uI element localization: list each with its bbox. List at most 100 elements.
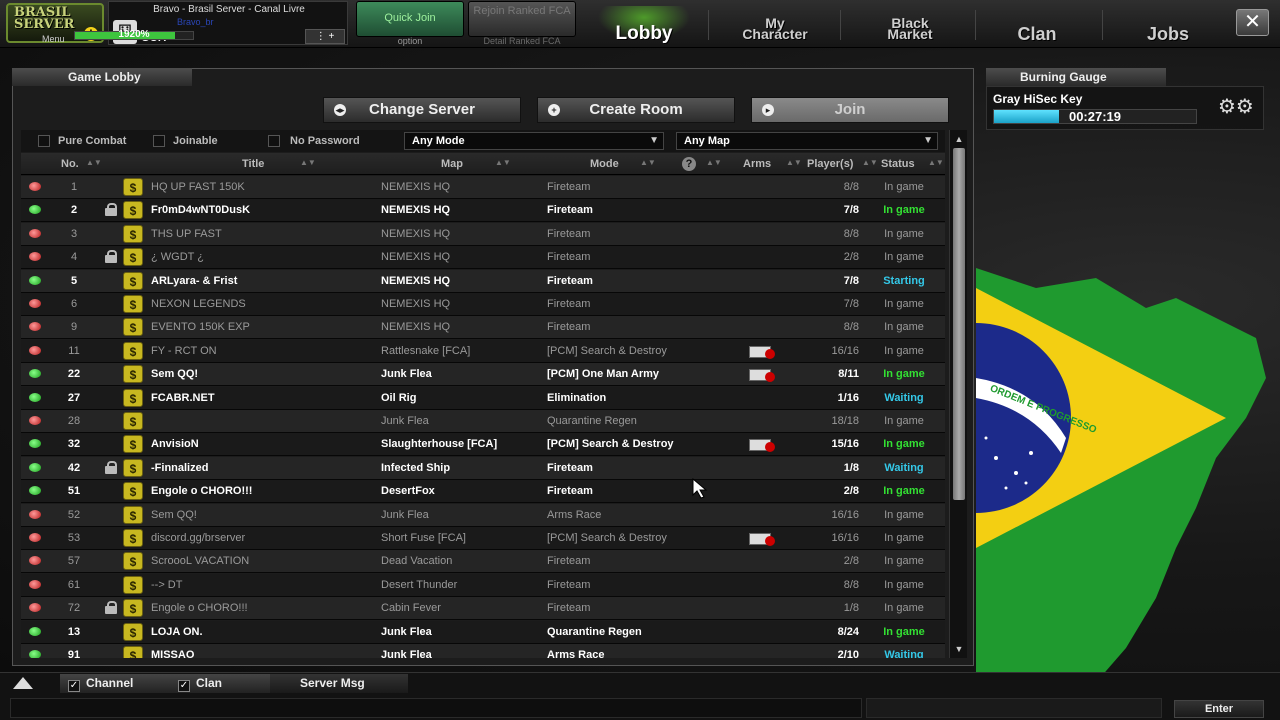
expand-chat-icon[interactable] <box>13 677 33 689</box>
nav-lobby[interactable]: Lobby <box>590 6 698 44</box>
room-mode: Quarantine Regen <box>547 415 637 427</box>
top-bar: BRASILSERVER Menu ! Bravo - Brasil Serve… <box>0 0 1280 48</box>
chat-target-field[interactable] <box>866 698 1162 718</box>
table-row[interactable]: 5 $ ARLyara- & Frist NEMEXIS HQ Fireteam 7/8 S… <box>21 269 945 293</box>
close-icon[interactable]: ✕ <box>1236 9 1269 36</box>
dollar-room-icon: $ <box>123 529 143 547</box>
sort-icon[interactable]: ▲▼ <box>86 158 102 167</box>
table-row[interactable]: 32 $ AnvisioN Slaughterhouse [FCA] [PCM] Sea… <box>21 433 945 457</box>
lock-icon <box>105 601 117 615</box>
table-row[interactable]: 13 $ LOJA ON. Junk Flea Quarantine Regen 8/24… <box>21 620 945 644</box>
table-row[interactable]: 11 $ FY - RCT ON Rattlesnake [FCA] [PCM] Sea… <box>21 339 945 363</box>
table-row[interactable]: 53 $ discord.gg/brserver Short Fuse [FCA] [P… <box>21 527 945 550</box>
no-password-checkbox[interactable] <box>268 135 280 147</box>
col-status[interactable]: Status <box>881 158 915 170</box>
scroll-down-icon[interactable]: ▼ <box>952 642 966 656</box>
table-row[interactable]: 72 $ Engole o CHORO!!! Cabin Fever Fireteam 1… <box>21 597 945 621</box>
room-number: 13 <box>67 625 81 638</box>
room-status-light <box>29 626 41 636</box>
rejoin-ranked-button[interactable]: Rejoin Ranked FCA <box>468 1 576 37</box>
room-list-scrollbar[interactable]: ▲ ▼ <box>949 130 967 658</box>
create-room-button[interactable]: + Create Room <box>537 97 735 123</box>
sort-icon[interactable]: ▲▼ <box>786 158 802 167</box>
rejoin-ranked-detail[interactable]: Detail Ranked FCA <box>468 36 576 46</box>
room-title: AnvisioN <box>151 438 199 451</box>
room-status-light <box>29 650 41 658</box>
table-row[interactable]: 91 $ MISSAO Junk Flea Arms Race 2/10 Waiting <box>21 644 945 658</box>
room-number: 57 <box>67 555 81 568</box>
sort-icon[interactable]: ▲▼ <box>640 158 656 167</box>
room-title: discord.gg/brserver <box>151 532 246 544</box>
room-mode: [PCM] Search & Destroy <box>547 532 667 544</box>
sort-icon[interactable]: ▲▼ <box>862 158 878 167</box>
table-row[interactable]: 22 $ Sem QQ! Junk Flea [PCM] One Man Army 8/1… <box>21 363 945 387</box>
table-row[interactable]: 2 $ Fr0mD4wNT0DusK NEMEXIS HQ Fireteam 7/8 In … <box>21 199 945 223</box>
gear-icon[interactable]: ⚙⚙ <box>1218 94 1254 118</box>
room-map: Cabin Fever <box>381 602 441 615</box>
room-number: 4 <box>70 251 78 264</box>
joinable-checkbox[interactable] <box>153 135 165 147</box>
table-row[interactable]: 6 $ NEXON LEGENDS NEMEXIS HQ Fireteam 7/8 In g… <box>21 293 945 316</box>
sort-icon[interactable]: ▲▼ <box>928 158 944 167</box>
joinable-label: Joinable <box>173 135 218 147</box>
quick-join-option[interactable]: option <box>356 36 464 46</box>
pure-combat-checkbox[interactable] <box>38 135 50 147</box>
table-row[interactable]: 57 $ ScroooL VACATION Dead Vacation Fireteam… <box>21 550 945 574</box>
room-title: ScroooL VACATION <box>151 555 250 568</box>
logo-text: BRASIL SERVER <box>14 6 74 31</box>
chat-tab-server-msg[interactable]: Server Msg <box>270 674 408 693</box>
chevron-down-icon: ▼ <box>649 135 659 146</box>
nav-jobs[interactable]: Jobs <box>1112 6 1224 44</box>
table-row[interactable]: 51 $ Engole o CHORO!!! DesertFox Fireteam 2/8… <box>21 480 945 504</box>
map-select[interactable]: Any Map ▼ <box>676 132 938 150</box>
mode-select[interactable]: Any Mode ▼ <box>404 132 664 150</box>
room-status-light <box>29 603 41 613</box>
quick-join-button[interactable]: Quick Join <box>356 1 464 37</box>
room-status: In game <box>884 532 924 544</box>
sort-icon[interactable]: ▲▼ <box>495 158 511 167</box>
change-server-label: Change Server <box>369 101 475 118</box>
sort-icon[interactable]: ▲▼ <box>300 158 316 167</box>
checkmark-icon[interactable]: ✓ <box>68 680 80 692</box>
room-status-light <box>29 299 41 308</box>
chat-input[interactable] <box>10 698 862 718</box>
col-no[interactable]: No. <box>61 158 79 170</box>
scrollbar-thumb[interactable] <box>953 148 965 500</box>
nav-clan[interactable]: Clan <box>985 6 1089 44</box>
col-map[interactable]: Map <box>441 158 463 170</box>
join-button[interactable]: ▸ Join <box>751 97 949 123</box>
dollar-room-icon: $ <box>123 295 143 313</box>
change-server-button[interactable]: ◂▸ Change Server <box>323 97 521 123</box>
more-options-button[interactable]: ⋮ + <box>305 29 345 44</box>
table-row[interactable]: 61 $ --> DT Desert Thunder Fireteam 8/8 In gam… <box>21 573 945 597</box>
dollar-room-icon: $ <box>123 271 143 290</box>
table-row[interactable]: 27 $ FCABR.NET Oil Rig Elimination 1/16 Waitin… <box>21 386 945 410</box>
table-row[interactable]: 52 $ Sem QQ! Junk Flea Arms Race 16/16 In game <box>21 503 945 527</box>
room-number: 53 <box>67 532 81 544</box>
checkmark-icon[interactable]: ✓ <box>178 680 190 692</box>
room-title: Sem QQ! <box>151 368 199 381</box>
table-row[interactable]: 4 $ ¿ WGDT ¿ NEMEXIS HQ Fireteam 2/8 In game <box>21 246 945 270</box>
nav-black-market[interactable]: Black Market <box>850 6 970 44</box>
room-number: 52 <box>67 508 81 521</box>
table-row[interactable]: 3 $ THS UP FAST NEMEXIS HQ Fireteam 8/8 In gam… <box>21 222 945 246</box>
table-row[interactable]: 9 $ EVENTO 150K EXP NEMEXIS HQ Fireteam 8/8 In… <box>21 316 945 340</box>
chat-tab-channel[interactable]: ✓ Channel <box>60 674 172 693</box>
help-icon[interactable]: ? <box>682 157 696 171</box>
col-title[interactable]: Title <box>242 158 264 170</box>
room-status-light <box>29 205 41 215</box>
nav-my-character[interactable]: My Character <box>720 6 830 44</box>
col-mode[interactable]: Mode <box>590 158 619 170</box>
table-row[interactable]: 28 $ Junk Flea Quarantine Regen 18/18 In game <box>21 410 945 433</box>
table-row[interactable]: 1 $ HQ UP FAST 150K NEMEXIS HQ Fireteam 8/8 In… <box>21 176 945 199</box>
chat-tab-clan[interactable]: ✓ Clan <box>170 674 270 693</box>
col-arms[interactable]: Arms <box>743 158 771 170</box>
table-row[interactable]: 42 $ -Finnalized Infected Ship Fireteam 1/8 Wa… <box>21 456 945 480</box>
room-number: 22 <box>67 368 81 381</box>
room-map: Junk Flea <box>381 625 432 638</box>
scroll-up-icon[interactable]: ▲ <box>952 132 966 146</box>
enter-button[interactable]: Enter <box>1174 700 1264 718</box>
col-players[interactable]: Player(s) <box>807 158 853 170</box>
sort-icon[interactable]: ▲▼ <box>706 158 722 167</box>
room-players: 1/8 <box>843 602 859 615</box>
